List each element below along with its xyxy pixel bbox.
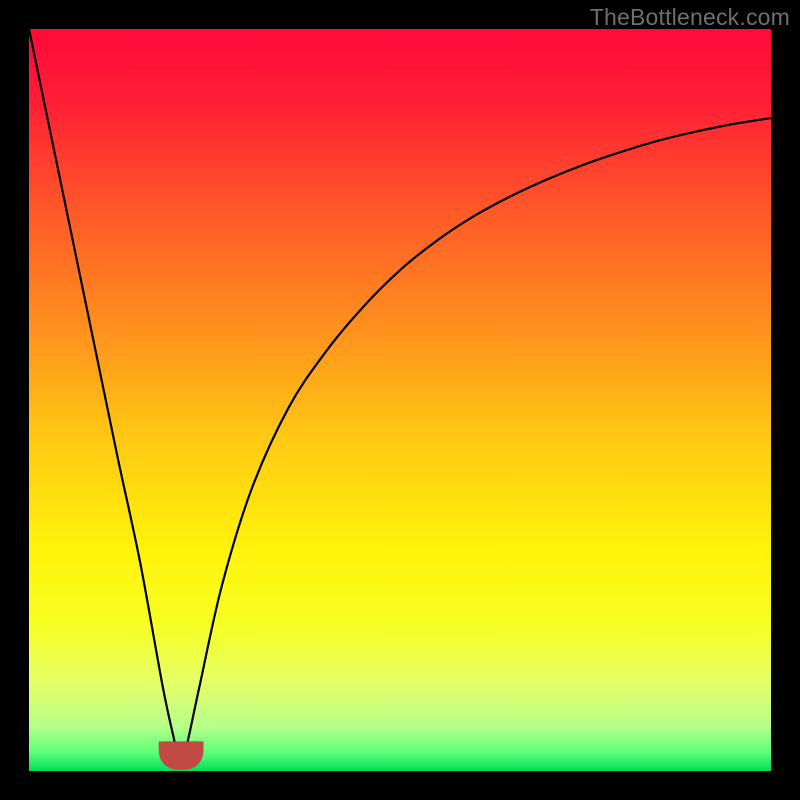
attribution-label: TheBottleneck.com xyxy=(590,4,790,31)
optimum-tick xyxy=(164,741,197,764)
chart-svg xyxy=(29,29,771,771)
plot-area xyxy=(29,29,771,771)
outer-frame: TheBottleneck.com xyxy=(0,0,800,800)
